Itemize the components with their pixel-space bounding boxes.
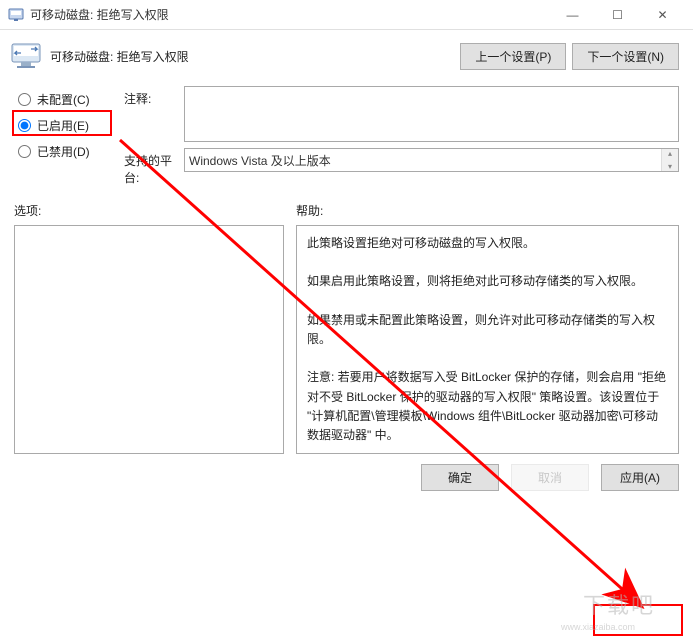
options-label: 选项: [14,202,284,219]
dialog-footer: 确定 取消 应用(A) [0,454,693,501]
app-icon [8,7,24,23]
annotation-highlight-apply [593,604,683,636]
help-label: 帮助: [296,202,679,219]
supported-platform-value: Windows Vista 及以上版本 [189,152,331,169]
policy-title: 可移动磁盘: 拒绝写入权限 [50,48,454,65]
radio-not-configured[interactable]: 未配置(C) [14,86,124,112]
minimize-button[interactable]: — [550,1,595,29]
maximize-button[interactable]: ☐ [595,1,640,29]
radio-enabled[interactable]: 已启用(E) [14,112,124,138]
radio-disabled-input[interactable] [18,145,31,158]
radio-not-configured-input[interactable] [18,93,31,106]
help-text: 此策略设置拒绝对可移动磁盘的写入权限。 如果启用此策略设置，则将拒绝对此可移动存… [297,226,678,453]
help-panel: 此策略设置拒绝对可移动磁盘的写入权限。 如果启用此策略设置，则将拒绝对此可移动存… [296,225,679,454]
options-panel [14,225,284,454]
radio-enabled-label: 已启用(E) [37,117,89,134]
close-button[interactable]: ✕ [640,1,685,29]
comment-label: 注释: [124,86,184,107]
ok-button[interactable]: 确定 [421,464,499,491]
radio-disabled-label: 已禁用(D) [37,143,90,160]
platform-label: 支持的平台: [124,148,184,186]
radio-enabled-input[interactable] [18,119,31,132]
watermark-url: www.xiazaiba.com [561,622,635,632]
policy-icon [10,40,42,72]
apply-button[interactable]: 应用(A) [601,464,679,491]
scrollbar-stub[interactable]: ▴▾ [661,149,678,171]
header-row: 可移动磁盘: 拒绝写入权限 上一个设置(P) 下一个设置(N) [0,30,693,82]
window-title: 可移动磁盘: 拒绝写入权限 [30,6,550,23]
next-setting-button[interactable]: 下一个设置(N) [572,43,679,70]
comment-textarea[interactable] [184,86,679,142]
titlebar: 可移动磁盘: 拒绝写入权限 — ☐ ✕ [0,0,693,30]
state-radio-group: 未配置(C) 已启用(E) 已禁用(D) [14,86,124,164]
supported-platform-box: Windows Vista 及以上版本 ▴▾ [184,148,679,172]
cancel-button[interactable]: 取消 [511,464,589,491]
watermark-text: 下载吧 [583,588,655,620]
radio-disabled[interactable]: 已禁用(D) [14,138,124,164]
previous-setting-button[interactable]: 上一个设置(P) [460,43,566,70]
radio-not-configured-label: 未配置(C) [37,91,90,108]
